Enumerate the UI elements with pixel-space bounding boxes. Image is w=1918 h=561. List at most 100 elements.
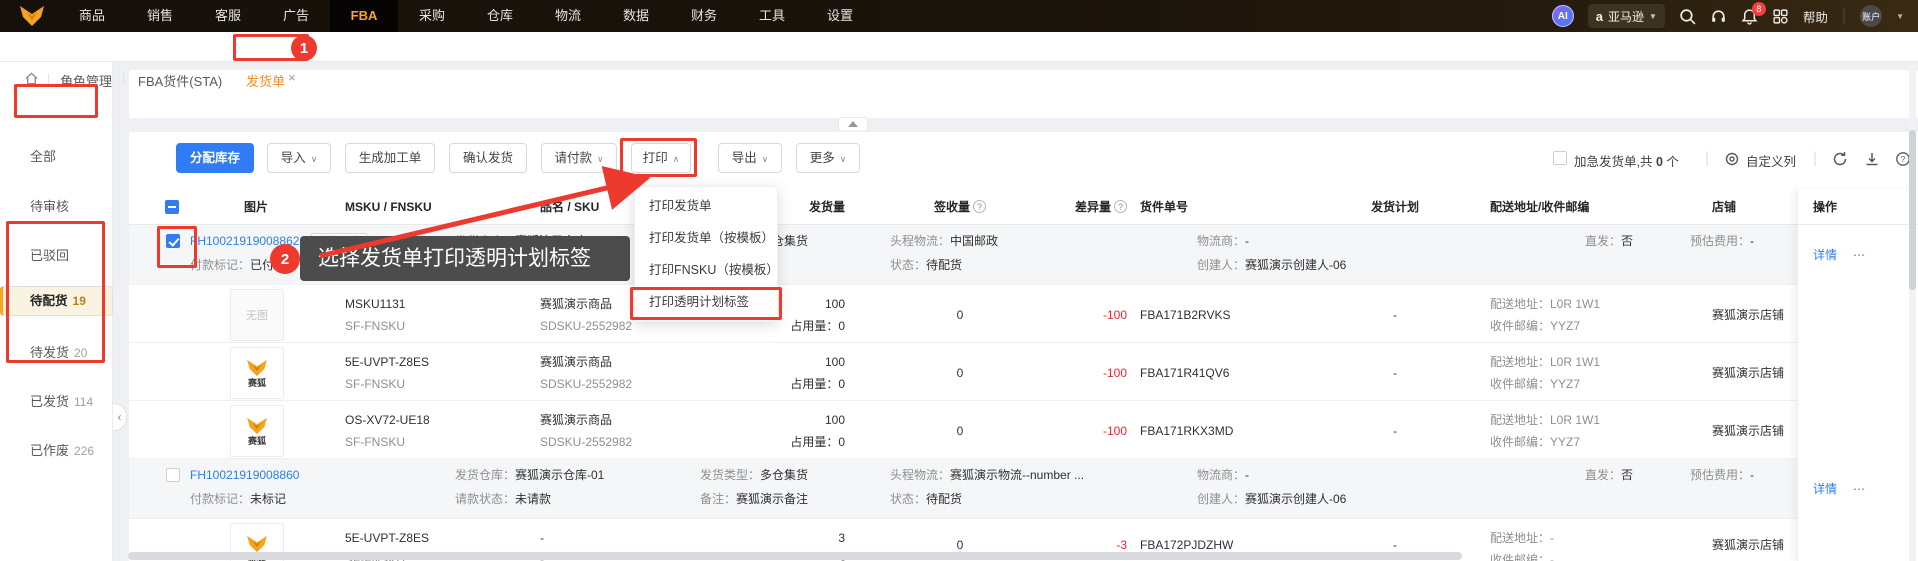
occupied-qty: 占用量：0 (790, 377, 845, 391)
shop-name: 赛狐演示店铺 (1712, 538, 1785, 552)
field-ship-type: 发货类型：多仓集货 (700, 468, 809, 482)
detail-link[interactable]: 详情 (1813, 247, 1837, 263)
request-payment-button[interactable]: 请付款 ∨ (541, 143, 617, 173)
ship-qty: 100 (824, 413, 845, 427)
apps-grid-icon[interactable] (1772, 8, 1789, 25)
urgent-orders-checkbox[interactable] (1553, 151, 1567, 165)
ship-plan: - (1393, 424, 1397, 438)
sidebar-collapse-handle[interactable]: ‹ (113, 403, 127, 431)
field-direct: 直发：否 (1585, 468, 1634, 482)
home-icon[interactable] (24, 71, 39, 86)
question-circle-icon[interactable]: ? (1114, 200, 1127, 213)
row-checkbox[interactable] (166, 468, 180, 482)
fnsku-value: SF-FNSKU (345, 435, 405, 449)
sidebar-item-voided[interactable]: 已作废 226 (0, 433, 113, 469)
menu-item-print-transparency-label[interactable]: 打印透明计划标签 (635, 286, 777, 318)
nav-item-sales[interactable]: 销售 (126, 0, 194, 32)
nav-item-ads[interactable]: 广告 (262, 0, 330, 32)
tab-shipping-order[interactable]: 发货单 (246, 71, 285, 90)
headset-icon[interactable] (1710, 8, 1727, 25)
shipment-id: FBA171R41QV6 (1140, 366, 1230, 380)
nav-item-warehouse[interactable]: 仓库 (466, 0, 534, 32)
product-name: 赛狐演示商品 (540, 297, 613, 311)
refresh-icon[interactable] (1832, 151, 1848, 167)
nav-item-data[interactable]: 数据 (602, 0, 670, 32)
nav-item-goods[interactable]: 商品 (58, 0, 126, 32)
nav-item-finance[interactable]: 财务 (670, 0, 738, 32)
shop-name: 赛狐演示店铺 (1712, 366, 1785, 380)
account-avatar[interactable]: 账户 (1860, 5, 1883, 27)
make-processing-order-button[interactable]: 生成加工单 (345, 143, 435, 173)
more-button[interactable]: 更多 ∨ (796, 143, 860, 173)
sidebar-item-rejected[interactable]: 已驳回 (0, 238, 113, 274)
sku-value: SDSKU-2552982 (540, 319, 633, 333)
field-direct: 直发：否 (1585, 234, 1634, 248)
customize-columns-button[interactable]: 自定义列 (1746, 151, 1796, 170)
menu-item-print-order-template[interactable]: 打印发货单（按模板） (635, 222, 777, 254)
col-header-shipment-no: 货件单号 (1140, 200, 1189, 214)
search-icon[interactable] (1679, 8, 1696, 25)
shipment-order-link[interactable]: FH10021919008860 (190, 467, 299, 483)
divider: | (1813, 150, 1818, 167)
allocate-stock-button[interactable]: 分配库存 (176, 143, 254, 173)
shipment-id: FBA171RKX3MD (1140, 424, 1234, 438)
menu-item-print-order[interactable]: 打印发货单 (635, 190, 777, 222)
nav-item-settings[interactable]: 设置 (806, 0, 874, 32)
col-header-name-sku: 品名 / SKU (540, 200, 600, 214)
more-actions-icon[interactable]: ⋯ (1853, 247, 1866, 263)
product-name: 赛狐演示商品 (540, 413, 613, 427)
gear-icon[interactable] (1724, 151, 1740, 167)
sidebar-item-pending-review[interactable]: 待审核 (0, 189, 113, 225)
breadcrumb-role-mgmt[interactable]: 角色管理 (60, 71, 112, 90)
nav-item-tools[interactable]: 工具 (738, 0, 806, 32)
confirm-shipment-button[interactable]: 确认发货 (449, 143, 527, 173)
select-all-checkbox[interactable] (165, 200, 179, 214)
col-header-diff: 差异量? (990, 190, 1127, 224)
sidebar-item-all[interactable]: 全部 (0, 139, 113, 175)
nav-item-fba[interactable]: FBA (330, 0, 398, 32)
nav-item-logistics[interactable]: 物流 (534, 0, 602, 32)
chevron-down-icon[interactable]: ▼ (1896, 12, 1904, 21)
question-circle-icon[interactable]: ? (973, 200, 986, 213)
more-actions-icon[interactable]: ⋯ (1853, 481, 1866, 497)
export-button[interactable]: 导出 ∨ (718, 143, 782, 173)
product-image: 赛狐 (230, 347, 284, 399)
close-icon[interactable]: × (288, 70, 296, 85)
sidebar-item-to-allocate[interactable]: 待配货 19 (0, 286, 113, 316)
vertical-scrollbar-thumb[interactable] (1909, 130, 1916, 290)
field-note: 备注：赛狐演示备注 (700, 492, 809, 506)
tab-fba-shipment-sta[interactable]: FBA货件(STA) (138, 71, 222, 90)
ai-assistant-icon[interactable]: AI (1551, 5, 1574, 27)
sku-value: SDSKU-2552982 (540, 435, 633, 449)
col-header-msku: MSKU / FNSKU (345, 200, 432, 214)
field-pay-mark: 付款标记：未标记 (190, 492, 287, 506)
shop-name: 赛狐演示店铺 (1712, 308, 1785, 322)
horizontal-scrollbar-thumb[interactable] (128, 552, 1462, 560)
col-header-shop: 店铺 (1712, 200, 1737, 214)
notifications[interactable]: 8 (1741, 1, 1766, 25)
delivery-address: 配送地址：L0R 1W1 (1490, 413, 1601, 427)
main-menu: 商品 销售 客服 广告 FBA 采购 仓库 物流 数据 财务 工具 设置 (58, 0, 874, 32)
field-status: 状态：待配货 (890, 492, 963, 506)
shipment-id: FBA171B2RVKS (1140, 308, 1231, 322)
sidebar-item-to-ship[interactable]: 待发货 20 (0, 335, 113, 371)
print-button[interactable]: 打印 ∧ (631, 143, 691, 173)
detail-link[interactable]: 详情 (1813, 481, 1837, 497)
field-est-fee: 预估费用：- (1690, 234, 1755, 248)
sidebar-item-shipped[interactable]: 已发货 114 (0, 384, 113, 420)
nav-item-purchase[interactable]: 采购 (398, 0, 466, 32)
row-checkbox[interactable] (166, 234, 180, 248)
menu-item-print-fnsku-template[interactable]: 打印FNSKU（按模板） (635, 254, 779, 286)
top-navigation-bar: 商品 销售 客服 广告 FBA 采购 仓库 物流 数据 财务 工具 设置 AI … (0, 0, 1918, 32)
notification-badge: 8 (1751, 1, 1766, 16)
help-link[interactable]: 帮助 (1803, 7, 1828, 26)
step-1-marker: 1 (291, 35, 317, 61)
marketplace-selector[interactable]: a 亚马逊 ▼ (1587, 4, 1665, 28)
import-button[interactable]: 导入 ∨ (267, 143, 331, 173)
filter-collapse-notch[interactable] (838, 117, 868, 130)
delivery-address: 配送地址：- (1490, 531, 1554, 545)
nav-item-service[interactable]: 客服 (194, 0, 262, 32)
topbar-right-cluster: AI a 亚马逊 ▼ 8 帮助 | 账户 ▼ (1551, 0, 1918, 32)
download-icon[interactable] (1864, 151, 1880, 167)
app-logo-fox-icon[interactable] (18, 5, 46, 32)
